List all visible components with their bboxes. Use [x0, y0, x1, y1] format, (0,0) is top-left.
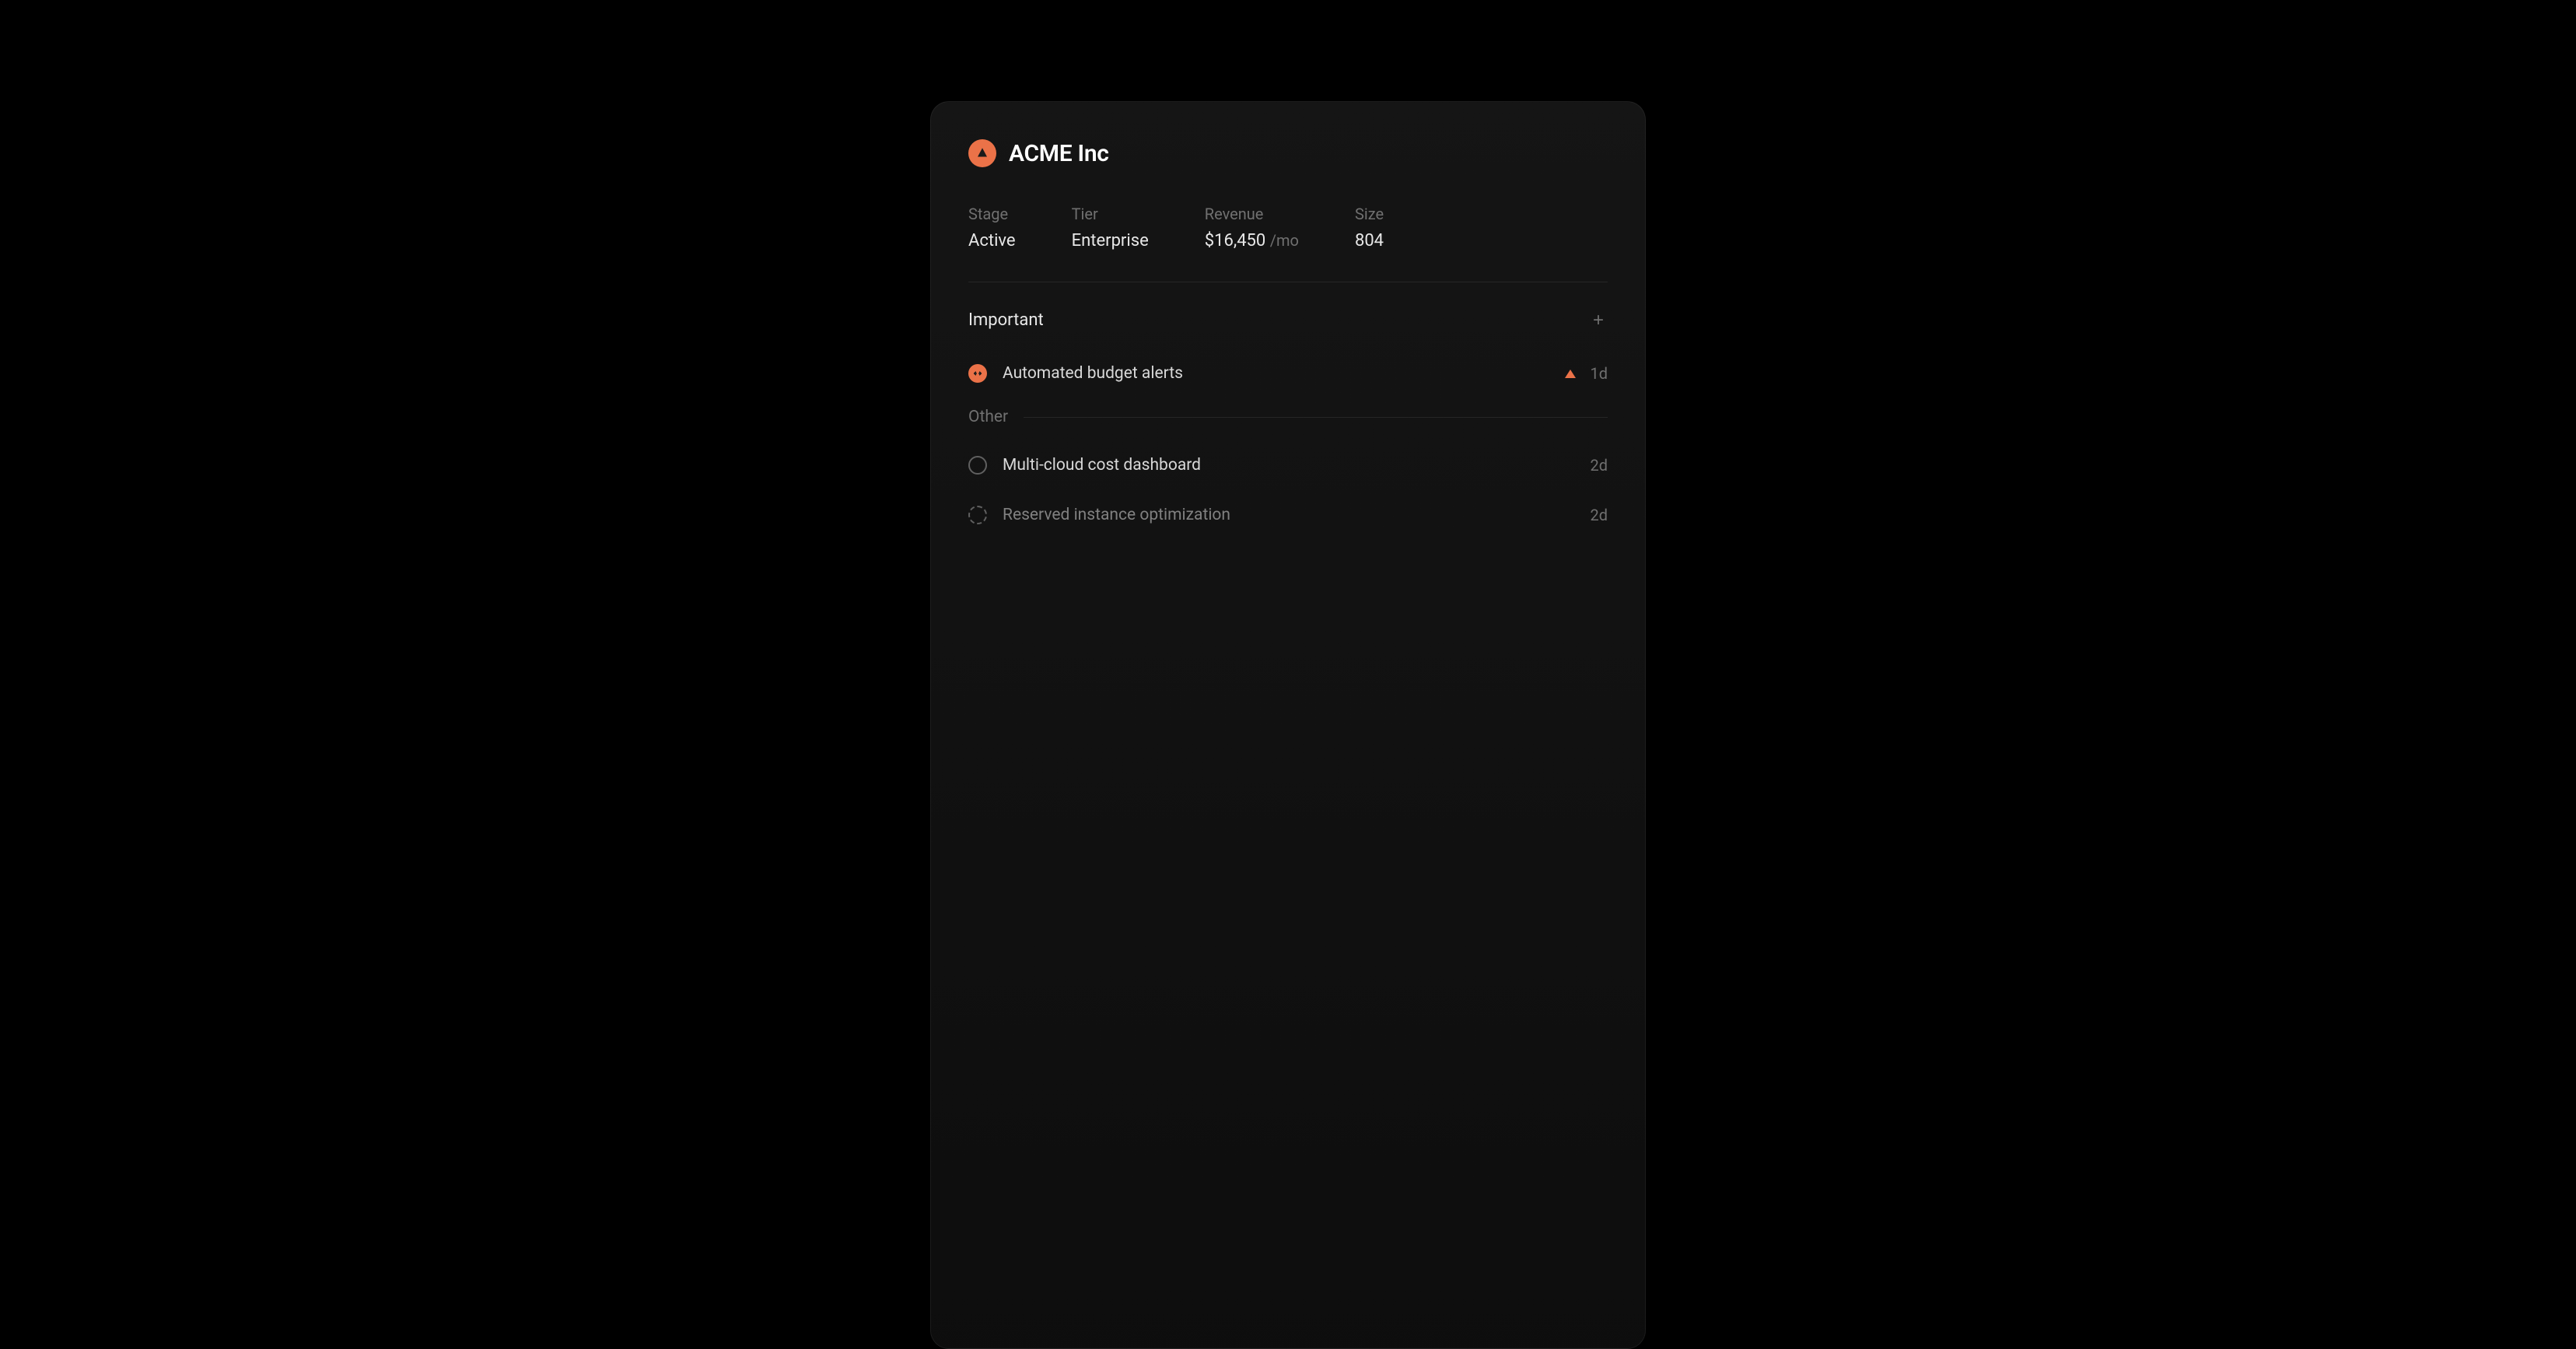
subsection-header-other: Other — [968, 408, 1608, 426]
stat-value: 804 — [1355, 231, 1384, 251]
stat-label: Tier — [1072, 205, 1149, 223]
company-name: ACME Inc — [1009, 140, 1109, 167]
stat-label: Revenue — [1205, 205, 1299, 223]
divider — [1024, 417, 1608, 418]
list-item[interactable]: Multi-cloud cost dashboard 2d — [968, 450, 1608, 481]
item-title: Automated budget alerts — [1003, 364, 1565, 383]
company-logo-icon — [968, 139, 996, 167]
card-header: ACME Inc — [968, 139, 1608, 167]
company-card: ACME Inc Stage Active Tier Enterprise Re… — [930, 101, 1646, 1349]
stat-label: Size — [1355, 205, 1384, 223]
status-icon — [968, 364, 987, 383]
list-item[interactable]: Automated budget alerts 1d — [968, 358, 1608, 389]
item-title: Reserved instance optimization — [1003, 506, 1590, 524]
list-item[interactable]: Reserved instance optimization 2d — [968, 499, 1608, 531]
section-title: Important — [968, 310, 1044, 330]
stat-size: Size 804 — [1355, 205, 1384, 251]
stat-value: Active — [968, 231, 1016, 251]
priority-up-icon — [1565, 370, 1576, 378]
subsection-title: Other — [968, 408, 1008, 426]
status-icon — [968, 456, 987, 475]
stat-revenue: Revenue $16,450 /mo — [1205, 205, 1299, 251]
stat-value: Enterprise — [1072, 231, 1149, 251]
stat-stage: Stage Active — [968, 205, 1016, 251]
stats-row: Stage Active Tier Enterprise Revenue $16… — [968, 205, 1608, 251]
item-title: Multi-cloud cost dashboard — [1003, 456, 1590, 475]
stat-tier: Tier Enterprise — [1072, 205, 1149, 251]
item-meta: 2d — [1590, 506, 1608, 524]
stat-value: $16,450 /mo — [1205, 231, 1299, 251]
item-time: 2d — [1590, 456, 1608, 475]
item-time: 2d — [1590, 506, 1608, 524]
stat-label: Stage — [968, 205, 1016, 223]
item-meta: 1d — [1565, 364, 1608, 383]
status-icon — [968, 506, 987, 524]
add-button[interactable]: + — [1589, 311, 1608, 330]
item-time: 1d — [1590, 364, 1608, 383]
section-header-important: Important + — [968, 310, 1608, 330]
item-meta: 2d — [1590, 456, 1608, 475]
